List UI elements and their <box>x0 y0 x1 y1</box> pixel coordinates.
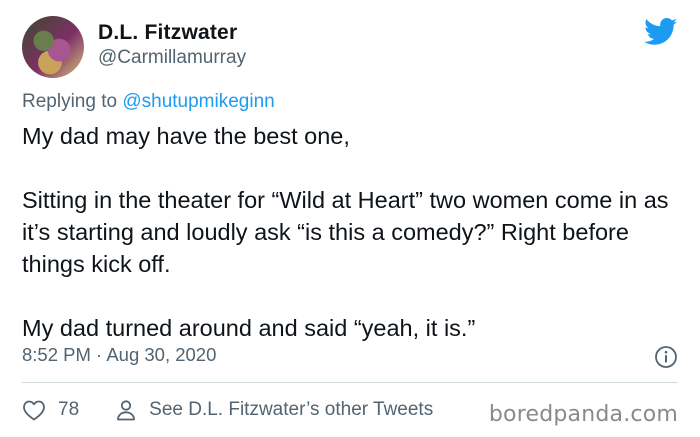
tweet-text: My dad may have the best one, Sitting in… <box>22 120 682 344</box>
see-other-tweets-link[interactable]: See D.L. Fitzwater’s other Tweets <box>149 399 433 421</box>
tweet-actions: 78 See D.L. Fitzwater’s other Tweets <box>22 396 433 424</box>
author-handle[interactable]: @Carmillamurray <box>98 47 246 69</box>
watermark: boredpanda.com <box>488 402 678 427</box>
tweet-paragraph-1: My dad may have the best one, <box>22 123 350 149</box>
tweet-paragraph-2: Sitting in the theater for “Wild at Hear… <box>22 187 669 277</box>
twitter-bird-icon <box>644 18 678 45</box>
info-icon[interactable] <box>654 345 678 369</box>
replying-to: Replying to @shutupmikeginn <box>22 91 275 113</box>
replying-to-label: Replying to <box>22 91 123 112</box>
heart-icon[interactable] <box>22 399 46 421</box>
person-icon[interactable] <box>115 399 137 421</box>
divider <box>22 382 678 383</box>
reply-mention-link[interactable]: @shutupmikeginn <box>122 91 274 112</box>
tweet-timestamp[interactable]: 8:52 PM · Aug 30, 2020 <box>22 344 216 366</box>
avatar[interactable] <box>22 16 84 78</box>
author-name[interactable]: D.L. Fitzwater <box>98 21 237 45</box>
tweet-paragraph-3: My dad turned around and said “yeah, it … <box>22 315 476 341</box>
like-count[interactable]: 78 <box>58 399 79 421</box>
